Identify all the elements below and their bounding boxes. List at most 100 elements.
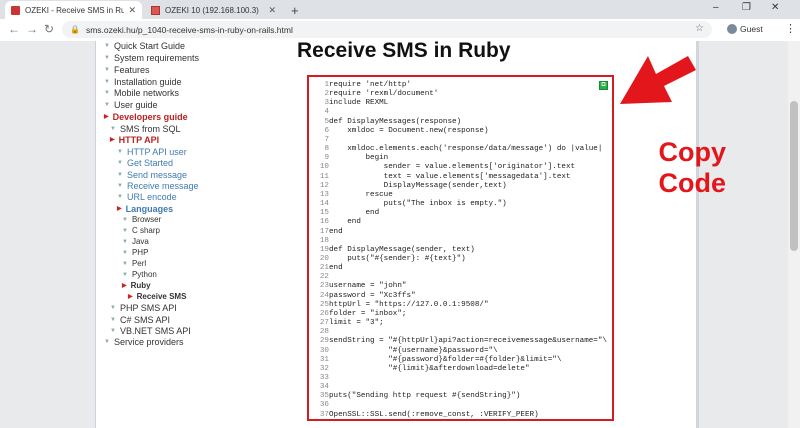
tab-title: OZEKI 10 (192.168.100.3): [165, 5, 259, 15]
nav-label: SMS from SQL: [119, 124, 181, 134]
back-icon[interactable]: ←: [8, 22, 20, 36]
code-line: "#{limit}&afterdownload=delete": [329, 364, 530, 373]
ozeki-favicon-icon: [11, 5, 20, 15]
nav-item[interactable]: ▼ Receive message: [117, 181, 199, 191]
copy-code-icon[interactable]: ⧉: [599, 81, 608, 90]
nav-item[interactable]: ▼ Send message: [117, 170, 187, 180]
bookmark-star-icon[interactable]: ☆: [695, 23, 704, 34]
nav-label: Developers guide: [112, 112, 188, 122]
line-number: 10: [319, 163, 329, 172]
triangle-icon: ▶: [104, 114, 109, 120]
nav-item-languages[interactable]: ▶ Languages: [117, 204, 173, 214]
nav-label: User guide: [113, 100, 158, 110]
tab-inactive[interactable]: OZEKI 10 (192.168.100.3) ✕: [145, 1, 282, 19]
triangle-icon: ▼: [122, 228, 128, 234]
nav-label: C# SMS API: [119, 315, 170, 325]
nav-item[interactable]: ▼ Perl: [122, 259, 146, 269]
nav-label: System requirements: [113, 53, 199, 63]
nav-item-developers-guide[interactable]: ▶ Developers guide: [104, 112, 188, 122]
nav-item[interactable]: ▼ Get Started: [117, 158, 173, 168]
line-number: 31: [319, 355, 329, 364]
nav-label: Installation guide: [113, 77, 182, 87]
code-line: folder = "inbox";: [329, 309, 407, 318]
code-line: rescue: [329, 190, 393, 199]
forward-icon[interactable]: →: [26, 22, 38, 36]
line-number: 34: [319, 383, 329, 392]
nav-label: Perl: [131, 259, 147, 268]
close-icon[interactable]: ✕: [268, 5, 276, 16]
triangle-icon: ▼: [117, 160, 123, 166]
nav-label: Quick Start Guide: [113, 41, 185, 51]
nav-item[interactable]: ▼ Mobile networks: [104, 88, 179, 98]
tab-active[interactable]: OZEKI - Receive SMS in Ruby on ✕: [5, 1, 142, 19]
nav-item[interactable]: ▼ Browser: [122, 215, 161, 225]
lock-icon: 🔒: [70, 25, 80, 34]
line-number: 29: [319, 337, 329, 346]
line-number: 9: [324, 154, 329, 163]
nav-item[interactable]: ▼ User guide: [104, 100, 157, 110]
code-line: end: [329, 264, 343, 273]
code-line: include REXML: [329, 99, 389, 108]
reload-icon[interactable]: ↻: [44, 22, 54, 36]
line-number: 15: [319, 209, 329, 218]
line-number: 26: [319, 309, 329, 318]
nav-item[interactable]: ▼ System requirements: [104, 53, 199, 63]
nav-item[interactable]: ▼ HTTP API user: [117, 147, 187, 157]
line-number: 18: [319, 236, 329, 245]
nav-item[interactable]: ▼ Quick Start Guide: [104, 41, 185, 51]
nav-item[interactable]: ▼ C sharp: [122, 226, 160, 236]
nav-item[interactable]: ▼ Python: [122, 270, 157, 280]
nav-label: Receive SMS: [136, 292, 187, 301]
code-line: xmldoc = Document.new(response): [329, 126, 489, 135]
scrollbar-thumb[interactable]: [790, 101, 798, 251]
line-number: 14: [319, 200, 329, 209]
code-block[interactable]: 1 2 3 4 5 6 7 8 9 10 11 12 13 14 15 16 17 18 19 20 21 22 23 24 2…: [307, 75, 614, 421]
nav-item-http-api[interactable]: ▶ HTTP API: [110, 135, 159, 145]
nav-label: Send message: [126, 170, 187, 180]
nav-item-ruby[interactable]: ▶ Ruby: [122, 281, 151, 291]
annotation-line-1: Copy: [658, 137, 727, 167]
line-number: 30: [319, 346, 329, 355]
minimize-button[interactable]: –: [713, 2, 719, 13]
nav-item[interactable]: ▼ C# SMS API: [110, 315, 170, 325]
nav-item[interactable]: ▼ Features: [104, 65, 149, 75]
nav-item[interactable]: ▼ SMS from SQL: [110, 124, 180, 134]
nav-item[interactable]: ▼ Installation guide: [104, 77, 182, 87]
close-icon[interactable]: ✕: [128, 5, 136, 16]
nav-item-receive-sms[interactable]: ▶ Receive SMS: [128, 292, 186, 302]
nav-item[interactable]: ▼ PHP SMS API: [110, 303, 177, 313]
nav-label: HTTP API: [118, 135, 160, 145]
page-title: Receive SMS in Ruby: [297, 39, 511, 62]
line-number: 35: [319, 392, 329, 401]
line-number: 28: [319, 328, 329, 337]
nav-item[interactable]: ▼ Service providers: [104, 337, 183, 347]
profile-label[interactable]: Guest: [740, 24, 763, 34]
browser-menu-icon[interactable]: ⋮: [785, 22, 796, 35]
line-number: 4: [324, 108, 329, 117]
code-text[interactable]: require 'net/http' require 'rexml/documen…: [329, 81, 612, 419]
window-close-button[interactable]: ✕: [771, 2, 779, 13]
nav-item[interactable]: ▼ VB.NET SMS API: [110, 326, 191, 336]
nav-label: HTTP API user: [126, 147, 187, 157]
nav-item[interactable]: ▼ Java: [122, 237, 149, 247]
line-number: 7: [324, 135, 329, 144]
nav-item[interactable]: ▼ URL encode: [117, 192, 177, 202]
line-number: 36: [319, 401, 329, 410]
nav-item[interactable]: ▼ PHP: [122, 248, 148, 258]
triangle-icon: ▼: [122, 272, 128, 278]
address-bar[interactable]: 🔒 sms.ozeki.hu/p_1040-receive-sms-in-rub…: [62, 21, 712, 38]
maximize-button[interactable]: ❐: [742, 2, 751, 13]
triangle-icon: ▼: [117, 194, 123, 200]
url-text: sms.ozeki.hu/p_1040-receive-sms-in-ruby-…: [85, 24, 293, 35]
line-number: 25: [319, 300, 329, 309]
code-line: end: [329, 209, 380, 218]
profile-avatar-icon[interactable]: [727, 24, 737, 34]
line-number: 33: [319, 374, 329, 382]
line-number: 37: [319, 410, 329, 419]
line-number: 3: [324, 99, 329, 108]
scrollbar[interactable]: [788, 41, 800, 428]
code-line: require 'rexml/document': [329, 90, 439, 99]
code-line: DisplayMessage(sender,text): [329, 181, 507, 190]
new-tab-button[interactable]: +: [291, 3, 299, 18]
